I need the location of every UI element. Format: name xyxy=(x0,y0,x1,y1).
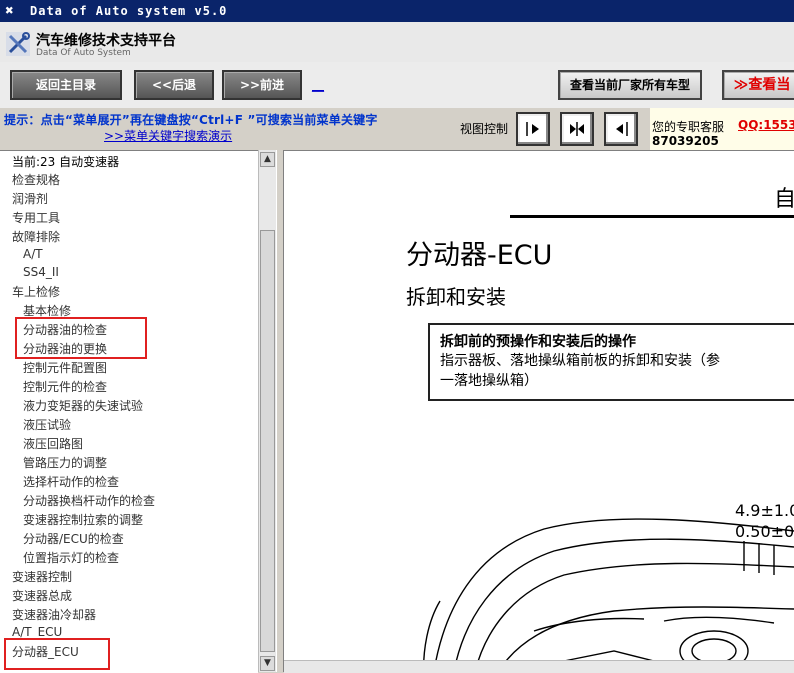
menu-item[interactable]: A/T xyxy=(23,247,43,261)
menu-item[interactable]: 管路压力的调整 xyxy=(23,454,107,471)
dashboard-line-drawing xyxy=(422,518,794,672)
highlight-box-transfer-oil xyxy=(15,317,147,359)
wrench-screwdriver-logo-icon xyxy=(6,32,30,56)
menu-item[interactable]: 变速器控制 xyxy=(12,568,72,585)
menu-item[interactable]: 润滑剂 xyxy=(12,190,48,207)
home-button[interactable]: 返回主目录 xyxy=(10,70,122,100)
scroll-down-icon[interactable]: ▼ xyxy=(260,656,275,671)
menu-item[interactable]: 故障排除 xyxy=(12,228,60,245)
highlight-box-transfer-ecu xyxy=(4,638,110,670)
pane-splitter[interactable] xyxy=(276,150,284,672)
view-more-button[interactable]: ≫查看当 xyxy=(722,70,794,100)
menu-item[interactable]: 位置指示灯的检查 xyxy=(23,549,119,566)
toolbar-link[interactable]: __ xyxy=(312,78,324,92)
chapter-heading: 自 xyxy=(774,187,794,212)
scroll-up-icon[interactable]: ▲ xyxy=(260,152,275,167)
arrow-right-icon xyxy=(526,122,539,136)
expand-right-button[interactable] xyxy=(516,112,550,146)
document-horizontal-scrollbar[interactable] xyxy=(284,660,794,673)
expand-left-button[interactable] xyxy=(604,112,638,146)
all-models-button[interactable]: 查看当前厂家所有车型 xyxy=(558,70,702,100)
menu-item[interactable]: 专用工具 xyxy=(12,209,60,226)
customer-service-panel: 您的专职客服 QQ:15535 87039205 xyxy=(650,108,794,150)
document-viewer: 自 分动器-ECU 拆卸和安装 拆卸前的预操作和安装后的操作 指示器板、落地操纵… xyxy=(284,150,794,672)
menu-item[interactable]: 液压回路图 xyxy=(23,435,83,452)
menu-item[interactable]: 变速器油冷却器 xyxy=(12,606,96,623)
heading-rule xyxy=(510,215,794,218)
preoperation-line-2: 一落地操纵箱） xyxy=(440,373,538,389)
split-arrows-icon xyxy=(570,122,584,136)
brand-name: 汽车维修技术支持平台 xyxy=(36,33,176,49)
menu-item[interactable]: 控制元件配置图 xyxy=(23,359,107,376)
menu-item[interactable]: A/T_ECU xyxy=(12,625,62,639)
search-hint-text: 提示：点击“菜单展开”再在键盘按“Ctrl+F ”可搜索当前菜单关键字 xyxy=(4,113,378,127)
menu-item[interactable]: 变速器总成 xyxy=(12,587,72,604)
document-title: 分动器-ECU xyxy=(406,240,553,271)
preoperation-line-1: 指示器板、落地操纵箱前板的拆卸和安装（参 xyxy=(440,353,720,369)
menu-item[interactable]: 控制元件的检查 xyxy=(23,378,107,395)
scroll-thumb[interactable] xyxy=(260,230,275,652)
window-title-bar: ✖ Data of Auto system v5.0 xyxy=(0,0,794,22)
menu-item[interactable]: 分动器/ECU的检查 xyxy=(23,530,124,547)
preoperation-title: 拆卸前的预操作和安装后的操作 xyxy=(440,334,636,350)
search-demo-link[interactable]: >>菜单关键字搜索演示 xyxy=(104,127,232,144)
menu-current-section: 当前:23 自动变速器 xyxy=(12,155,120,169)
menu-item[interactable]: 液压试验 xyxy=(23,416,71,433)
menu-sidebar: 当前:23 自动变速器 检查规格 润滑剂 专用工具 故障排除 A/T SS4_I… xyxy=(0,150,258,673)
app-header: 汽车维修技术支持平台 Data Of Auto System xyxy=(0,22,794,63)
arrow-left-icon xyxy=(616,122,628,136)
menu-item[interactable]: 车上检修 xyxy=(12,283,60,300)
customer-service-number: 87039205 xyxy=(652,134,719,148)
menu-scrollbar[interactable]: ▲ ▼ xyxy=(258,150,276,672)
view-control-label: 视图控制 xyxy=(460,122,509,136)
menu-item[interactable]: SS4_II xyxy=(23,265,59,279)
forward-button[interactable]: >>前进 xyxy=(222,70,302,100)
menu-item[interactable]: 分动器换档杆动作的检查 xyxy=(23,492,155,509)
customer-service-label: 您的专职客服 xyxy=(652,120,725,134)
document-subtitle: 拆卸和安装 xyxy=(406,285,506,309)
menu-item[interactable]: 检查规格 xyxy=(12,171,60,188)
split-view-button[interactable] xyxy=(560,112,594,146)
menu-item[interactable]: 选择杆动作的检查 xyxy=(23,473,119,490)
back-button[interactable]: <<后退 xyxy=(134,70,214,100)
main-toolbar: 返回主目录 <<后退 >>前进 __ 查看当前厂家所有车型 ≫查看当 xyxy=(0,62,794,108)
menu-item[interactable]: 液力变矩器的失速试验 xyxy=(23,397,143,414)
app-icon: ✖ xyxy=(5,3,15,19)
window-title: Data of Auto system v5.0 xyxy=(30,4,228,18)
brand-subtitle: Data Of Auto System xyxy=(36,48,131,58)
customer-service-qq-link[interactable]: QQ:15535 xyxy=(738,118,794,132)
menu-item[interactable]: 变速器控制拉索的调整 xyxy=(23,511,143,528)
